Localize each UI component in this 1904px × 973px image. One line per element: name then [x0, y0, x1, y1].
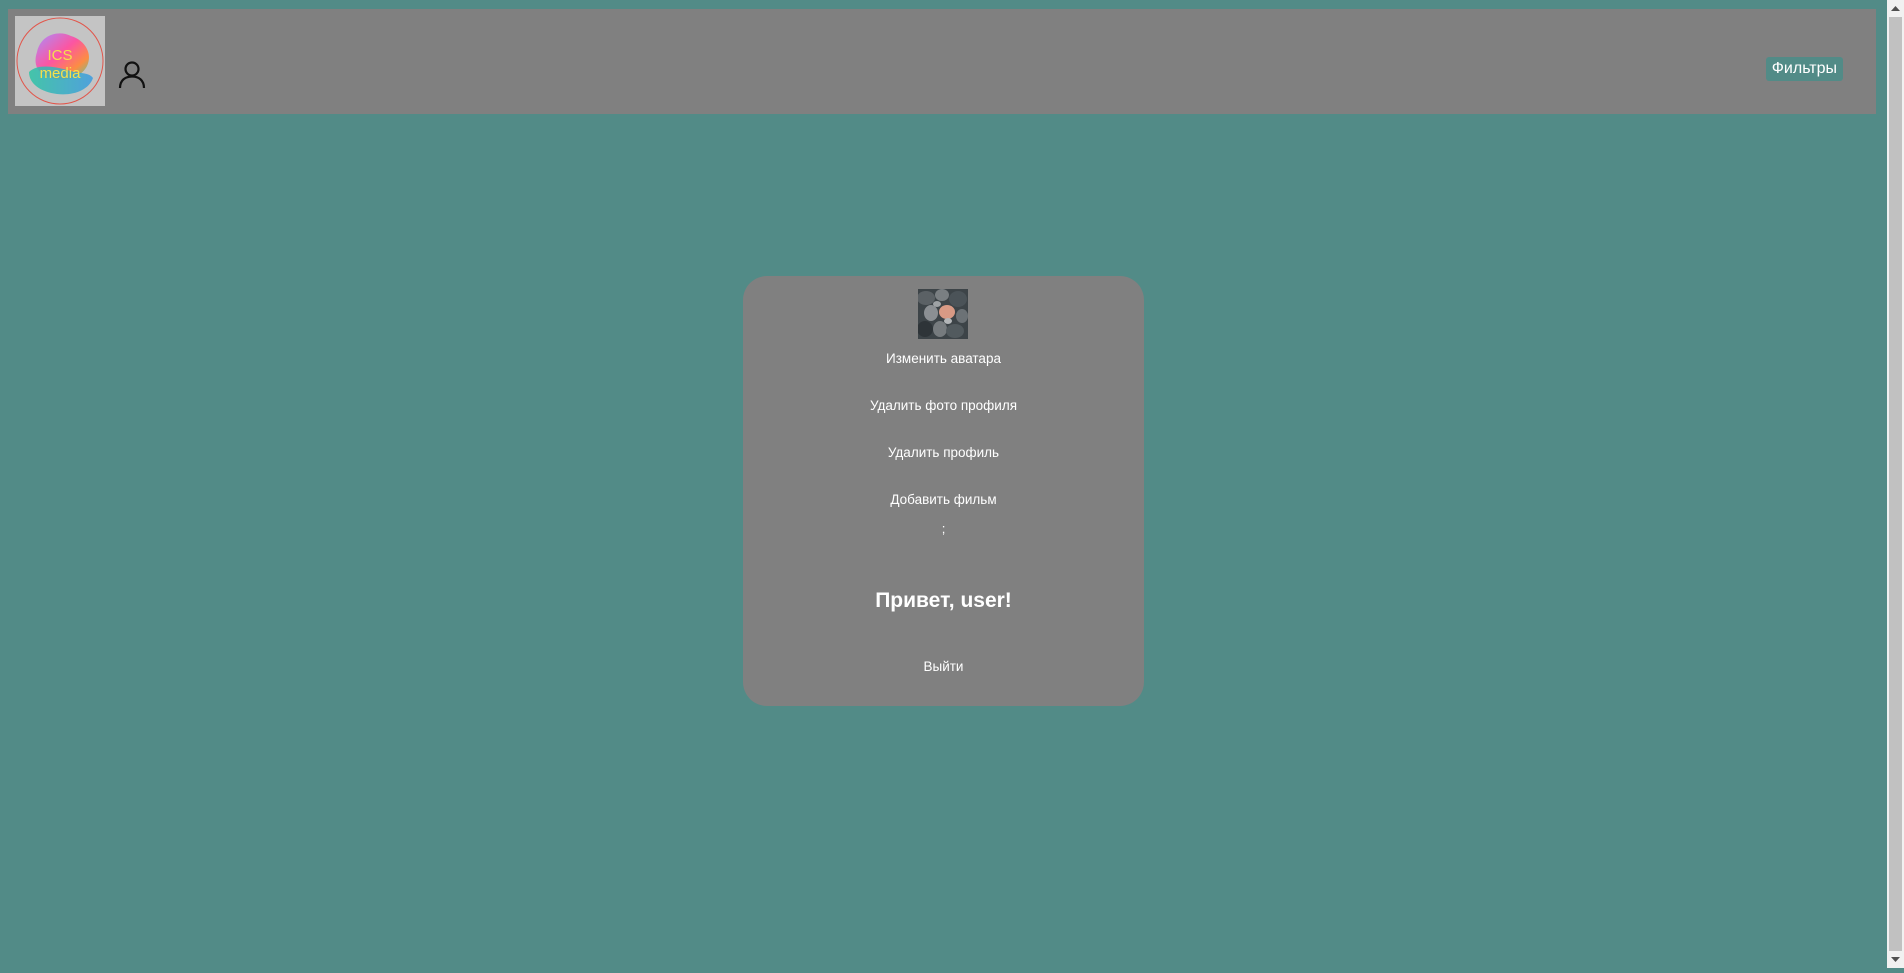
delete-profile-link[interactable]: Удалить профиль	[743, 444, 1144, 462]
greeting-heading: Привет, user!	[875, 589, 1012, 612]
avatar-image	[918, 289, 968, 339]
header: ICS media Фильтры	[8, 9, 1876, 114]
vertical-scrollbar[interactable]	[1887, 0, 1904, 968]
scroll-down-icon[interactable]	[1887, 951, 1904, 968]
scrollbar-thumb[interactable]	[1889, 17, 1902, 951]
logo[interactable]: ICS media	[15, 16, 105, 106]
scroll-up-icon[interactable]	[1887, 0, 1904, 17]
logo-text-2: media	[40, 65, 82, 82]
logo-text-1: ICS	[47, 47, 72, 64]
separator-text: ;	[941, 521, 946, 536]
logo-image: ICS media	[16, 17, 104, 105]
change-avatar-link[interactable]: Изменить аватара	[743, 350, 1144, 368]
avatar	[918, 289, 968, 339]
add-movie-link[interactable]: Добавить фильм	[743, 491, 1144, 509]
logout-link[interactable]: Выйти	[743, 658, 1144, 676]
page: ICS media Фильтры Изменить аватара Удали…	[0, 0, 1886, 968]
filters-button[interactable]: Фильтры	[1765, 57, 1843, 81]
user-icon[interactable]	[117, 60, 147, 90]
profile-card: Изменить аватара Удалить фото профиля Уд…	[743, 276, 1144, 706]
delete-photo-link[interactable]: Удалить фото профиля	[743, 397, 1144, 415]
